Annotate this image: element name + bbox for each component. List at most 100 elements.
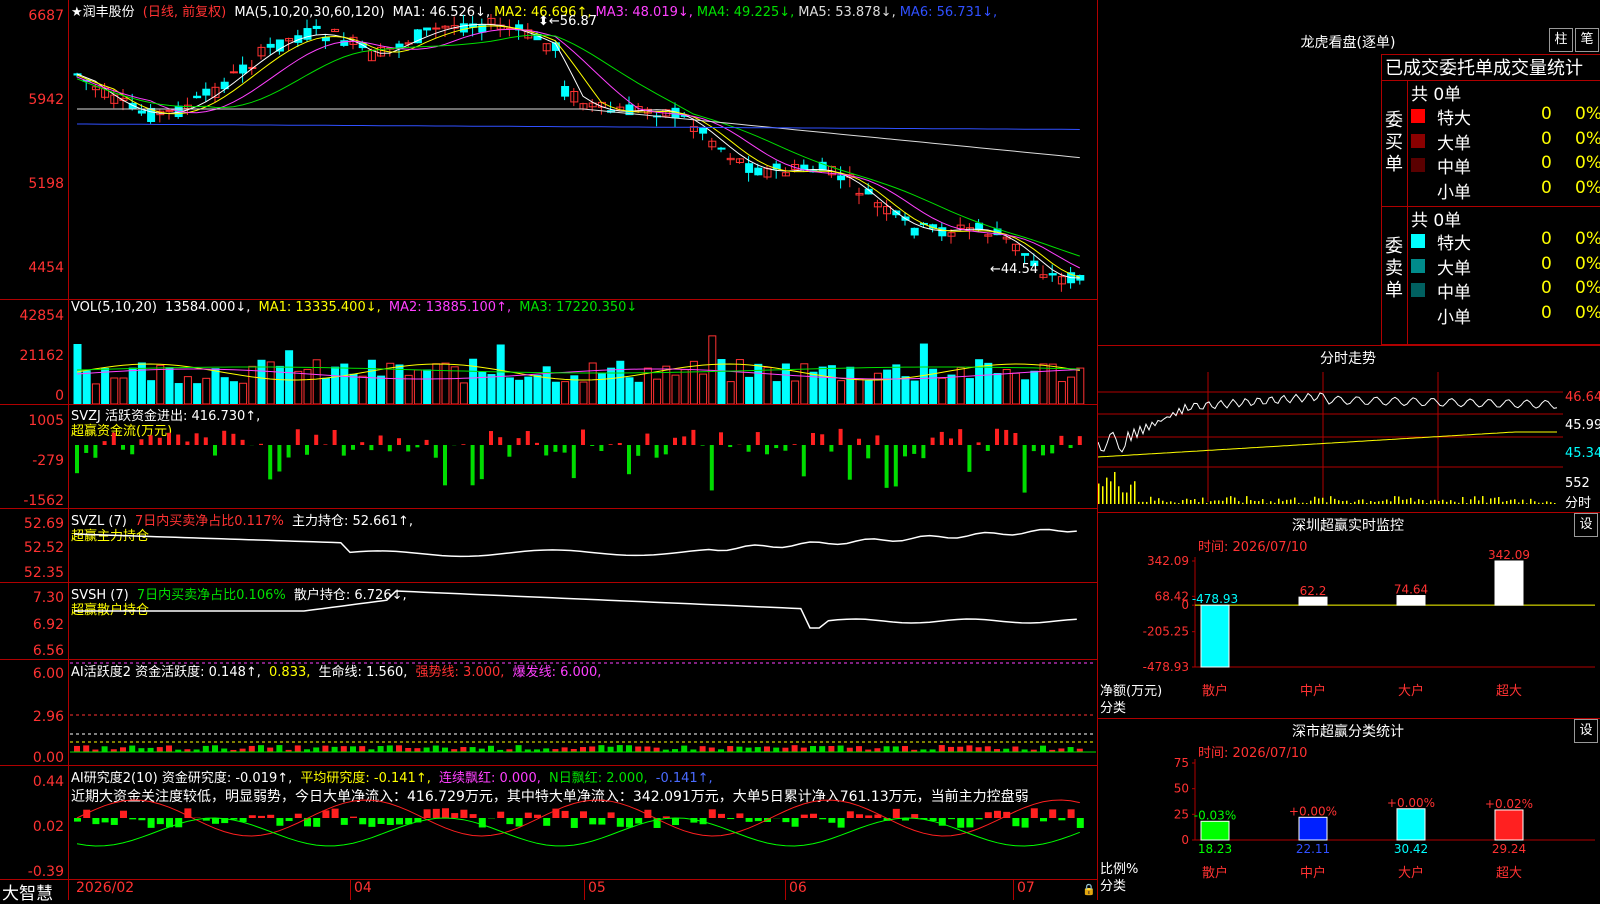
flow-bar — [498, 437, 502, 445]
activity-bar — [874, 748, 880, 752]
value-label: 30.42 — [1394, 842, 1428, 856]
volume-bar — [221, 378, 228, 404]
research-bar — [387, 818, 394, 825]
main-holding-chart[interactable] — [70, 509, 1096, 582]
activity-bar — [617, 745, 623, 752]
tick-volume-bar — [1318, 498, 1320, 504]
flow-bar — [1078, 436, 1082, 445]
research-bar — [525, 813, 532, 818]
research-chart[interactable] — [70, 790, 1096, 879]
flow-bar — [774, 445, 778, 448]
flow-bar — [139, 439, 143, 445]
tick-mode-button[interactable]: 笔 — [1575, 28, 1599, 52]
research-bar — [782, 818, 789, 822]
research-bar — [718, 814, 725, 818]
intraday-panel[interactable]: 分时走势 46.64 45.99 45.34 552 分时 — [1098, 346, 1600, 512]
intraday-tick: 45.34 — [1565, 446, 1600, 461]
flow-bar — [241, 440, 245, 445]
intraday-tick: 45.99 — [1565, 418, 1600, 433]
sz-monitor-settings-button[interactable]: 设 — [1574, 513, 1598, 537]
flow-bar — [747, 445, 751, 452]
volume-chart[interactable] — [70, 318, 1096, 404]
candlestick-chart[interactable] — [70, 14, 1096, 298]
lhb-tabs[interactable]: 已成交委托单成交量统计 — [1385, 54, 1600, 80]
research-bar — [276, 818, 283, 826]
research-bar — [828, 818, 835, 823]
volume-bar — [424, 370, 431, 404]
tick-volume-bar — [1150, 497, 1152, 504]
tick-volume-bar — [1434, 500, 1436, 504]
research-bar — [580, 811, 587, 818]
tick-volume-bar — [1178, 503, 1180, 504]
x-date-label: 2026/02 — [76, 880, 134, 896]
activity-bar — [460, 747, 466, 752]
flow-bar — [1004, 430, 1008, 445]
volume-bar — [856, 379, 863, 404]
flow-bar — [489, 431, 493, 445]
main-chart-area[interactable]: ★润丰股份 (日线, 前复权) MA(5,10,20,30,60,120) MA… — [0, 0, 1098, 900]
retail-holding-chart[interactable] — [70, 583, 1096, 659]
ai2-avg: 平均研究度: -0.141↑, — [300, 771, 430, 786]
bar-mode-button[interactable]: 柱 — [1549, 28, 1573, 52]
activity-bar — [580, 747, 586, 752]
candle-body — [746, 164, 753, 173]
volume-bar — [1022, 380, 1029, 404]
lock-icon[interactable]: 🔒 — [1082, 883, 1096, 896]
flow-bar — [719, 432, 723, 445]
research-bar — [966, 818, 973, 827]
volume-bar — [819, 367, 826, 404]
activity-chart[interactable] — [70, 660, 1096, 765]
tick-volume-bar — [1422, 500, 1424, 504]
flow-bar — [213, 445, 217, 456]
vol-ma2: MA2: 13885.100↑, — [389, 300, 511, 315]
research-bar — [332, 809, 339, 818]
volume-bar — [405, 375, 412, 404]
flow-bar — [84, 445, 88, 453]
candle-body — [700, 128, 707, 133]
color-swatch — [1411, 134, 1425, 148]
volume-bar — [773, 382, 780, 404]
volume-bar — [893, 365, 900, 404]
volume-bar — [230, 382, 237, 404]
activity-bar — [948, 747, 954, 752]
row-pct: 0% — [1575, 229, 1600, 249]
activity-bar — [267, 748, 273, 752]
fund-flow-chart[interactable] — [70, 405, 1096, 508]
research-bar — [562, 811, 569, 818]
price-tick: 6687 — [2, 8, 64, 24]
tick-volume-bar — [1442, 500, 1444, 504]
sz-stats-settings-button[interactable]: 设 — [1574, 719, 1598, 743]
volume-bar — [1040, 364, 1047, 404]
tick-volume-bar — [1202, 498, 1204, 504]
activity-bar — [746, 748, 752, 752]
ai1-tick: 6.00 — [2, 666, 64, 682]
flow-bar — [682, 436, 686, 445]
volume-bar — [488, 375, 495, 404]
sz-stats-panel: 深市超赢分类统计 设 时间: 2026/07/10 比例% 分类 7550250… — [1098, 719, 1600, 900]
net-amount-bar-chart[interactable]: 342.0968.420-205.25-478.93-478.93散户62.2中… — [1098, 549, 1600, 718]
activity-bar — [120, 747, 126, 752]
flow-bar — [112, 433, 116, 445]
research-bar — [341, 818, 348, 825]
flow-bar — [379, 435, 383, 445]
svsh-tick: 6.92 — [2, 617, 64, 633]
flow-bar — [1041, 445, 1045, 455]
row-label: 中单 — [1437, 153, 1471, 178]
volume-bar — [442, 363, 449, 404]
vol-tick: 0 — [2, 388, 64, 404]
ratio-bar-chart[interactable]: 7550250-0.03%散户18.23+0.00%中户22.11+0.00%大… — [1098, 755, 1600, 900]
bar-超大 — [1495, 561, 1523, 605]
activity-bar — [295, 745, 301, 752]
bar-中户 — [1299, 597, 1327, 605]
volume-bar — [497, 345, 504, 404]
research-bar — [359, 818, 366, 824]
y-tick-label: 75 — [1174, 756, 1189, 770]
intraday-chart[interactable] — [1098, 372, 1563, 512]
value-label: 18.23 — [1198, 842, 1232, 856]
row-pct: 0% — [1575, 153, 1600, 173]
tick-volume-bar — [1246, 496, 1248, 504]
ai2-last: -0.141↑, — [656, 771, 713, 786]
research-bar — [479, 818, 486, 827]
flow-bar — [995, 429, 999, 445]
flow-bar — [590, 445, 594, 446]
